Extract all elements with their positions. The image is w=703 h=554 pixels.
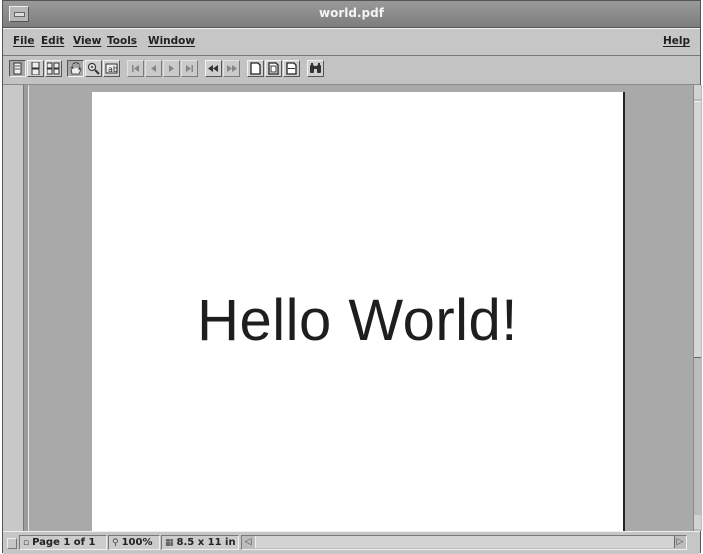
page-text: Hello World! xyxy=(197,288,518,353)
horizontal-scroll-thumb[interactable] xyxy=(255,536,675,548)
window-title: world.pdf xyxy=(319,6,384,20)
fit-page-icon xyxy=(268,62,279,75)
menu-file[interactable]: File xyxy=(13,35,35,47)
page-indicator-label: Page 1 of 1 xyxy=(32,537,96,548)
zoom-indicator-label: 100% xyxy=(121,537,153,548)
page-size-indicator[interactable]: ▦ 8.5 x 11 in xyxy=(161,535,239,550)
page-icon: ▫ xyxy=(23,538,30,548)
toolbar: ab xyxy=(3,56,700,85)
menu-view[interactable]: View xyxy=(73,35,101,47)
first-page-icon xyxy=(132,65,139,72)
scroll-right-arrow-icon[interactable]: ▷ xyxy=(674,536,686,549)
facing-pages-button[interactable] xyxy=(45,60,62,77)
vertical-scrollbar[interactable] xyxy=(693,85,702,531)
text-select-button[interactable]: ab xyxy=(103,60,120,77)
fit-width-icon xyxy=(286,62,297,75)
previous-page-button[interactable] xyxy=(145,60,162,77)
go-back-button[interactable] xyxy=(205,60,222,77)
last-page-icon xyxy=(186,65,193,72)
scroll-down-arrow[interactable] xyxy=(694,515,701,529)
find-button[interactable] xyxy=(307,60,324,77)
single-page-button[interactable] xyxy=(9,60,26,77)
zoom-small-icon: ⚲ xyxy=(112,538,119,548)
go-forward-button[interactable] xyxy=(223,60,240,77)
zoom-indicator[interactable]: ⚲ 100% xyxy=(108,535,160,550)
status-grip-icon xyxy=(7,538,17,549)
continuous-page-icon xyxy=(31,62,40,75)
status-bar: ▫ Page 1 of 1 ⚲ 100% ▦ 8.5 x 11 in ◁ ▷ xyxy=(3,531,700,554)
scroll-left-arrow-icon[interactable]: ◁ xyxy=(242,536,254,549)
pdf-page: Hello World! xyxy=(92,92,625,531)
svg-text:ab: ab xyxy=(108,65,118,74)
menu-help[interactable]: Help xyxy=(663,35,690,47)
last-page-button[interactable] xyxy=(181,60,198,77)
go-back-icon xyxy=(208,65,218,72)
vertical-scroll-thumb[interactable] xyxy=(694,101,701,358)
facing-pages-icon xyxy=(47,62,60,75)
menu-window[interactable]: Window xyxy=(148,35,195,47)
next-page-icon xyxy=(169,65,174,72)
actual-size-icon xyxy=(250,62,261,75)
document-viewport[interactable]: Hello World! xyxy=(29,85,693,531)
menu-tools[interactable]: Tools xyxy=(107,35,137,47)
title-bar[interactable]: world.pdf xyxy=(3,1,700,28)
go-forward-icon xyxy=(227,65,237,72)
page-size-label: 8.5 x 11 in xyxy=(176,537,236,548)
fit-page-button[interactable] xyxy=(265,60,282,77)
horizontal-scrollbar[interactable]: ◁ ▷ xyxy=(241,535,687,550)
first-page-button[interactable] xyxy=(127,60,144,77)
single-page-icon xyxy=(13,62,22,75)
previous-page-icon xyxy=(151,65,156,72)
app-window: world.pdf File Edit View Tools Window He… xyxy=(2,0,702,554)
page-size-icon: ▦ xyxy=(165,538,174,548)
menu-bar: File Edit View Tools Window Help xyxy=(3,28,700,56)
fit-width-button[interactable] xyxy=(283,60,300,77)
zoom-tool-button[interactable] xyxy=(85,60,102,77)
actual-size-button[interactable] xyxy=(247,60,264,77)
text-select-icon: ab xyxy=(105,63,118,74)
scroll-up-arrow[interactable] xyxy=(694,85,701,99)
continuous-page-button[interactable] xyxy=(27,60,44,77)
zoom-tool-icon xyxy=(87,62,100,75)
find-icon xyxy=(310,63,321,73)
hand-tool-icon xyxy=(70,62,82,75)
menu-edit[interactable]: Edit xyxy=(41,35,64,47)
page-indicator[interactable]: ▫ Page 1 of 1 xyxy=(19,535,107,550)
hand-tool-button[interactable] xyxy=(67,60,84,77)
next-page-button[interactable] xyxy=(163,60,180,77)
